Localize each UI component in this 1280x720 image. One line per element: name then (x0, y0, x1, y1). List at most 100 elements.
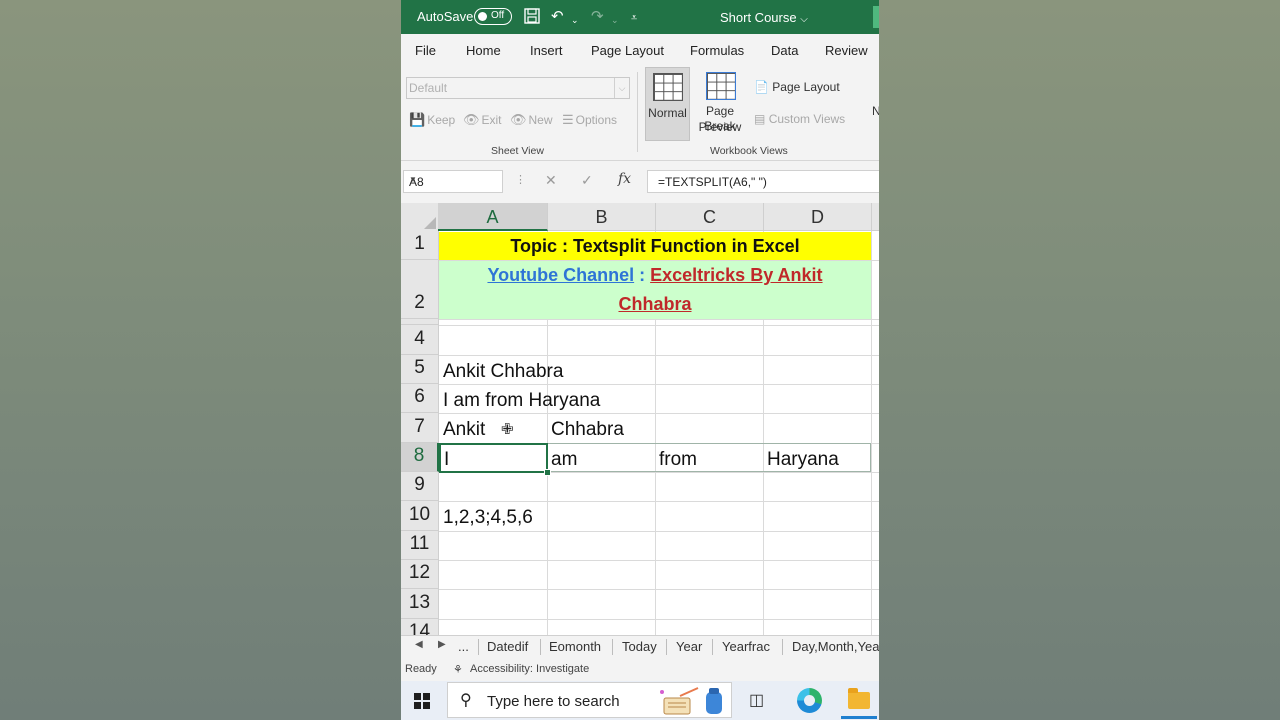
channel-banner-cell[interactable]: Youtube Channel : Exceltricks By Ankit C… (439, 261, 871, 319)
document-title[interactable]: Short Course ⌵ (720, 10, 808, 25)
cell-select-cursor-icon: ✙ (501, 421, 514, 438)
tab-insert[interactable]: Insert (530, 43, 563, 58)
sheet-tab-day-month-year[interactable]: Day,Month,Year (792, 639, 879, 654)
options-icon: ☰ (562, 112, 574, 127)
undo-icon[interactable]: ↶ (551, 8, 564, 25)
active-cell-a8[interactable] (439, 443, 548, 473)
undo-dropdown-icon[interactable]: ⌄ (571, 12, 579, 29)
tab-data[interactable]: Data (771, 43, 798, 58)
column-header-c[interactable]: C (656, 203, 764, 231)
row-header-13[interactable]: 13 (401, 589, 439, 619)
insert-function-icon[interactable]: fx (618, 171, 631, 187)
cell-a8[interactable]: I (444, 449, 449, 471)
prev-sheet-icon[interactable]: ◀ (415, 639, 423, 650)
column-header-b[interactable]: B (548, 203, 656, 231)
gridline (439, 560, 879, 561)
ribbon-panel: Default ⌵ 💾 Keep 👁 Exit 👁 New ☰ Options Shee… (401, 66, 879, 161)
autosave-toggle[interactable]: Off (474, 8, 512, 25)
gridline (439, 619, 879, 620)
row-header-11[interactable]: 11 (401, 531, 439, 560)
row-header-8[interactable]: 8 (401, 443, 439, 472)
tab-separator (540, 639, 541, 655)
accessibility-status[interactable]: Accessibility: Investigate (470, 663, 589, 675)
sheet-tab-yearfrac[interactable]: Yearfrac (722, 639, 770, 654)
channel-name-line-1[interactable]: Exceltricks By Ankit (650, 265, 822, 285)
more-sheets-button[interactable]: ... (458, 639, 469, 654)
cell-a10[interactable]: 1,2,3;4,5,6 (443, 507, 533, 529)
gridline (871, 231, 872, 635)
topic-banner-cell[interactable]: Topic : Textsplit Function in Excel (439, 232, 871, 260)
excel-window: AutoSave Off ↶ ⌄ ↷ ⌄ ⩡ Short Course ⌵ Fi… (401, 0, 879, 720)
sheet-view-group-label: Sheet View (491, 145, 544, 157)
custom-views-button[interactable]: ▤ Custom Views (754, 112, 845, 126)
row-header-6[interactable]: 6 (401, 384, 439, 413)
cell-a7[interactable]: Ankit (443, 419, 485, 441)
fill-handle[interactable] (544, 469, 551, 476)
column-header-a[interactable]: A (438, 203, 548, 231)
group-divider (637, 72, 638, 152)
enter-icon[interactable]: ✓ (581, 172, 593, 189)
customize-toolbar-icon[interactable]: ⩡ (631, 10, 637, 27)
tab-home[interactable]: Home (466, 43, 501, 58)
file-explorer-icon[interactable] (848, 688, 870, 709)
normal-view-button[interactable]: Normal (645, 67, 690, 141)
select-all-button[interactable] (401, 203, 439, 232)
task-view-icon[interactable]: ◫ (749, 690, 764, 710)
column-header-d[interactable]: D (764, 203, 872, 231)
active-app-indicator (841, 716, 877, 719)
tab-formulas[interactable]: Formulas (690, 43, 744, 58)
new-button[interactable]: 👁 New (510, 112, 553, 128)
edge-browser-icon[interactable] (797, 688, 822, 713)
row-header-2[interactable]: 2 (401, 260, 439, 319)
save-icon[interactable] (524, 8, 540, 28)
name-box[interactable]: A8 ▼ (403, 170, 503, 193)
row-header-7[interactable]: 7 (401, 413, 439, 443)
tab-review[interactable]: Review (825, 43, 868, 58)
formula-bar: A8 ▼ ⋮ ✕ ✓ fx =TEXTSPLIT(A6," ") (401, 167, 879, 195)
row-header-9[interactable]: 9 (401, 472, 439, 501)
row-header-14[interactable]: 14 (401, 619, 439, 635)
redo-icon[interactable]: ↷ (591, 8, 604, 25)
chevron-down-icon: ▼ (409, 175, 417, 184)
tab-file[interactable]: File (415, 43, 436, 58)
options-button[interactable]: ☰ Options (562, 112, 617, 128)
column-header-e[interactable] (872, 203, 879, 231)
row-header-4[interactable]: 4 (401, 325, 439, 355)
cell-a5[interactable]: Ankit Chhabra (443, 361, 563, 383)
sheet-tab-today[interactable]: Today (622, 639, 657, 654)
row-header-5[interactable]: 5 (401, 355, 439, 384)
cell-a6[interactable]: I am from Haryana (443, 390, 600, 412)
windows-start-icon[interactable] (414, 693, 430, 709)
sheet-tab-bar: ◀ ▶ ... Datedif Eomonth Today Year Yearf… (401, 635, 879, 658)
accessibility-icon[interactable]: ⚘ (453, 663, 463, 676)
cell-b8[interactable]: am (551, 449, 577, 471)
tab-page-layout[interactable]: Page Layout (591, 43, 664, 58)
exit-button[interactable]: 👁 Exit (463, 112, 502, 128)
cell-d8[interactable]: Haryana (767, 449, 839, 471)
page-break-preview-icon (706, 72, 736, 100)
more-icon[interactable]: ⋮ (515, 173, 526, 186)
title-chevron-icon: ⌵ (800, 14, 808, 25)
sheet-tab-year[interactable]: Year (676, 639, 702, 654)
gridline (439, 589, 879, 590)
cell-b7[interactable]: Chhabra (551, 419, 624, 441)
background-left (0, 0, 401, 720)
redo-dropdown-icon[interactable]: ⌄ (611, 12, 619, 29)
keep-button[interactable]: 💾 Keep (409, 112, 455, 128)
next-sheet-icon[interactable]: ▶ (438, 639, 446, 650)
channel-name-line-2[interactable]: Chhabra (618, 294, 691, 314)
cancel-icon[interactable]: ✕ (545, 172, 557, 189)
tab-separator (612, 639, 613, 655)
youtube-channel-label[interactable]: Youtube Channel (487, 265, 634, 285)
page-layout-view-button[interactable]: 📄 Page Layout (754, 80, 840, 94)
formula-input[interactable]: =TEXTSPLIT(A6," ") (647, 170, 879, 193)
taskbar-search-box[interactable]: ⚲ Type here to search (447, 682, 732, 718)
cutoff-ribbon-item[interactable]: N (872, 104, 879, 118)
sheet-tab-datedif[interactable]: Datedif (487, 639, 528, 654)
cell-c8[interactable]: from (659, 449, 697, 471)
sheet-view-dropdown[interactable]: Default ⌵ (406, 77, 630, 99)
sheet-tab-eomonth[interactable]: Eomonth (549, 639, 601, 654)
row-header-1[interactable]: 1 (401, 231, 439, 260)
row-header-12[interactable]: 12 (401, 560, 439, 589)
row-header-10[interactable]: 10 (401, 501, 439, 531)
